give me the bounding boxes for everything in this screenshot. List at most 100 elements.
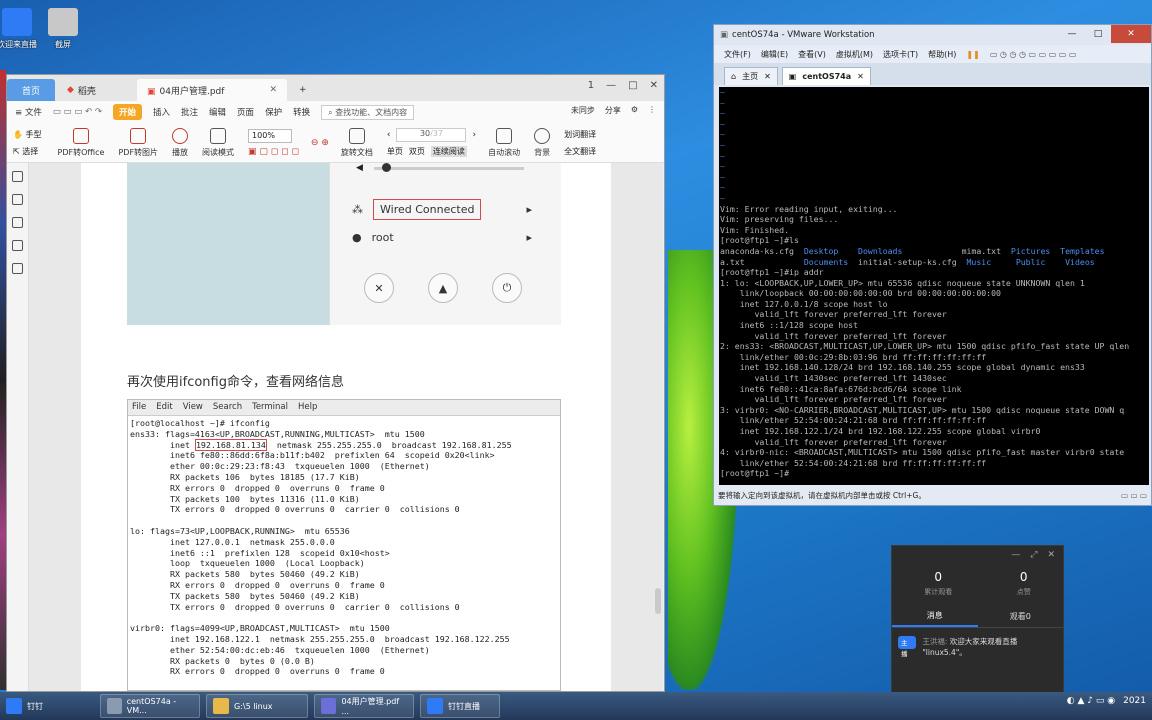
vmware-taskbar-icon [107, 698, 122, 714]
select-tool[interactable]: ⇱ 选择 [13, 146, 42, 157]
tab-docer[interactable]: ◆ 稻壳 [57, 79, 135, 101]
wps-taskbar-icon [321, 698, 337, 714]
menu-annotate[interactable]: 批注 [181, 106, 198, 118]
tab-close-icon[interactable]: ✕ [269, 85, 277, 95]
vm-menu-file[interactable]: 文件(F) [724, 49, 751, 60]
continuous-read-button[interactable]: 连续阅读 [430, 146, 467, 157]
host-badge: 主播 [898, 636, 917, 658]
live-close-button[interactable]: ✕ [1047, 550, 1055, 560]
view-icons[interactable]: ▣ ▢ ◻ ◻ ◻ [248, 147, 299, 157]
next-page-icon[interactable]: › [472, 130, 476, 140]
vmware-menubar: 文件(F) 编辑(E) 查看(V) 虚拟机(M) 选项卡(T) 帮助(H) ❚❚… [714, 45, 1151, 63]
play-button[interactable]: 播放 [172, 127, 189, 158]
terminal-menubar: File Edit View Search Terminal Help [128, 400, 560, 416]
settings-tool-icon: ✕ [364, 273, 394, 303]
gnome-system-menu: ◀ ⁂ Wired Connected ▸ ● root ▸ ✕ ▲ ⏻ [329, 163, 561, 325]
zoom-in-out-icons[interactable]: ⊖ ⊕ [311, 138, 329, 148]
user-icon: ● [352, 231, 362, 244]
vm-toolbar-icons[interactable]: ▭ ◷ ◷ ◷ ▭ ▭ ▭ ▭ ▭ [990, 50, 1077, 59]
comment-icon[interactable] [12, 217, 23, 228]
new-tab-button[interactable]: + [289, 79, 317, 101]
menu-start[interactable]: 开始 [112, 104, 142, 120]
rotate-button[interactable]: 旋转文档 [341, 127, 373, 158]
thumbnail-icon[interactable] [12, 194, 23, 205]
vmware-statusbar: 要将输入定向到该虚拟机，请在虚拟机内部单击或按 Ctrl+G。 ▭ ▭ ▭ [714, 485, 1151, 505]
taskbar-item-live[interactable]: 钉钉直播 [420, 694, 500, 718]
pdf-to-office-button[interactable]: PDF转Office [58, 127, 104, 158]
vm-console[interactable]: ~ ~ ~ ~ ~ ~ ~ ~ ~ ~ ~ Vim: Error reading… [719, 87, 1149, 486]
desktop-icon-live[interactable]: 欢迎来直播 [0, 8, 40, 50]
help-count-badge[interactable]: 1 [588, 80, 594, 91]
full-translate-button[interactable]: 全文翻译 [564, 146, 596, 157]
book-icon [210, 127, 227, 144]
pdf-page: ◀ ⁂ Wired Connected ▸ ● root ▸ ✕ ▲ ⏻ 再次使… [81, 163, 611, 691]
power-icon: ⏻ [492, 273, 522, 303]
live-expand-button[interactable]: ⤢ [1030, 550, 1037, 560]
share-button[interactable]: 分享 [605, 105, 621, 116]
prev-page-icon[interactable]: ‹ [387, 130, 391, 140]
maximize-button[interactable]: □ [628, 80, 637, 91]
word-translate-button[interactable]: 划词翻译 [564, 129, 596, 140]
vmware-tabs: ⌂ 主页 ✕ ▣ centOS74a ✕ [714, 63, 1151, 85]
vm-close-button[interactable]: ✕ [1111, 25, 1151, 43]
pdf-office-icon [72, 127, 89, 144]
wps-toolbar: ✋ 手型 ⇱ 选择 PDF转Office PDF转图片 播放 阅读模式 100%… [7, 123, 664, 163]
bookmark-icon[interactable] [12, 171, 23, 182]
double-page-button[interactable]: 双页 [409, 146, 425, 157]
tab-messages[interactable]: 消息 [892, 606, 978, 627]
menu-page[interactable]: 页面 [237, 106, 254, 118]
vm-minimize-button[interactable]: — [1059, 25, 1085, 43]
read-mode-button[interactable]: 阅读模式 [202, 127, 234, 158]
clock[interactable]: 2021 [1123, 696, 1146, 706]
vm-menu-help[interactable]: 帮助(H) [928, 49, 956, 60]
stamp-icon[interactable] [12, 263, 23, 274]
vm-menu-view[interactable]: 查看(V) [798, 49, 826, 60]
live-minimize-button[interactable]: — [1011, 550, 1020, 560]
background-button[interactable]: 背景 [534, 127, 551, 158]
desktop-icon-screenshot[interactable]: 截屏 [40, 8, 86, 50]
save-icon[interactable]: ▭ ▭ ▭ ↶ ↷ [53, 107, 102, 117]
hand-tool[interactable]: ✋ 手型 [13, 129, 42, 140]
pause-icon[interactable]: ❚❚ [966, 50, 979, 59]
wps-tabbar: 首页 ◆ 稻壳 ▣ 04用户管理.pdf ✕ + 1 — □ ✕ [7, 75, 664, 101]
live-taskbar-icon [427, 698, 443, 714]
vm-maximize-button[interactable]: □ [1085, 25, 1111, 43]
more-icon[interactable]: ⋮ [648, 105, 656, 116]
menu-file[interactable]: ≡ 文件 [15, 106, 42, 118]
camera-icon [48, 8, 78, 36]
taskbar-item-pdf[interactable]: 04用户管理.pdf ... [314, 694, 414, 718]
search-input[interactable]: ⌕ 查找功能、文档内容 [321, 104, 415, 120]
vm-menu-edit[interactable]: 编辑(E) [761, 49, 788, 60]
sync-status[interactable]: 未同步 [571, 105, 595, 116]
vm-tab-home-close-icon[interactable]: ✕ [764, 72, 771, 81]
vm-tab-centos[interactable]: ▣ centOS74a ✕ [781, 67, 871, 85]
tab-viewers[interactable]: 观看0 [978, 606, 1064, 627]
menu-protect[interactable]: 保护 [265, 106, 282, 118]
tab-home[interactable]: 首页 [7, 79, 55, 101]
zoom-select[interactable]: 100% [248, 128, 293, 143]
moon-icon [534, 127, 551, 144]
taskbar-item-folder[interactable]: G:\5 linux [206, 694, 308, 718]
settings-icon[interactable]: ⚙ [631, 105, 638, 116]
tab-pdf-doc[interactable]: ▣ 04用户管理.pdf ✕ [137, 79, 287, 101]
minimize-button[interactable]: — [606, 80, 616, 91]
vm-tab-home[interactable]: ⌂ 主页 ✕ [724, 67, 778, 85]
tray-icons[interactable]: ◐ ▲ ♪ ▭ ◉ [1067, 696, 1115, 706]
vm-menu-tabs[interactable]: 选项卡(T) [883, 49, 918, 60]
vm-tab-centos-close-icon[interactable]: ✕ [857, 72, 864, 81]
single-page-button[interactable]: 单页 [387, 146, 403, 157]
menu-convert[interactable]: 转换 [293, 106, 310, 118]
pdf-to-image-button[interactable]: PDF转图片 [118, 127, 158, 158]
close-button[interactable]: ✕ [650, 80, 658, 91]
vmware-window: ▣ centOS74a - VMware Workstation — □ ✕ 文… [713, 24, 1152, 506]
autoscroll-button[interactable]: 自动滚动 [488, 127, 520, 158]
vertical-scrollbar[interactable] [655, 588, 661, 614]
attachment-icon[interactable] [12, 240, 23, 251]
device-status-icons[interactable]: ▭ ▭ ▭ [1121, 491, 1147, 500]
taskbar-item-vmware[interactable]: centOS74a - VM... [100, 694, 200, 718]
page-input[interactable]: 30/37 [396, 128, 467, 142]
taskbar-item-dingtalk[interactable]: 钉钉 [0, 694, 78, 718]
vm-menu-vm[interactable]: 虚拟机(M) [836, 49, 873, 60]
menu-edit[interactable]: 编辑 [209, 106, 226, 118]
menu-insert[interactable]: 插入 [153, 106, 170, 118]
